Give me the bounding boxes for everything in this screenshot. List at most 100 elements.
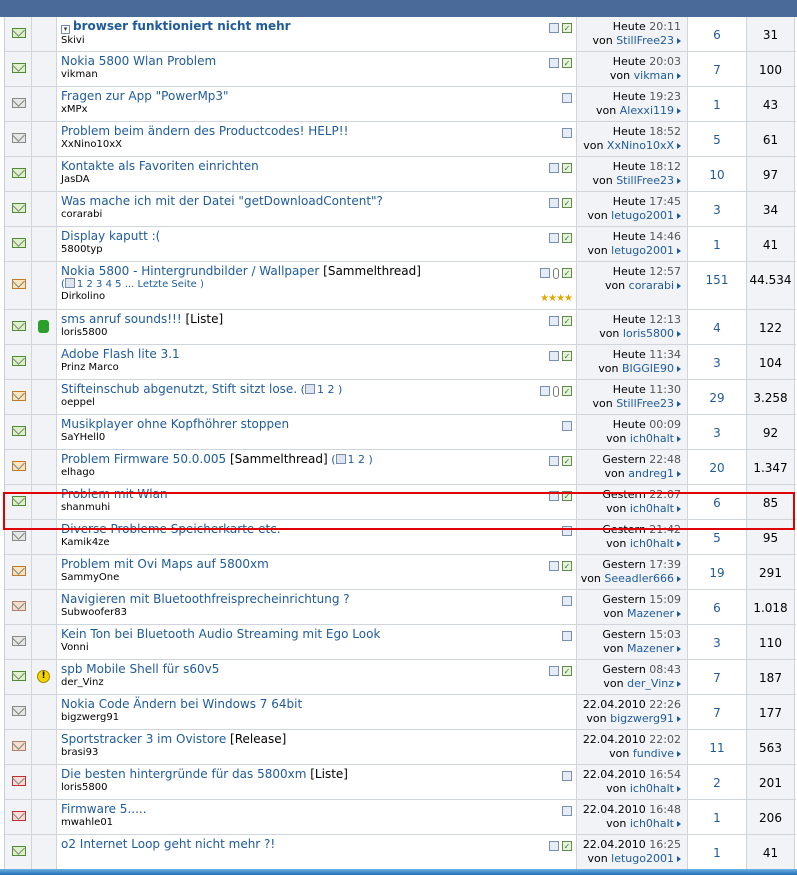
last-poster-link[interactable]: XxNino10xX (607, 139, 674, 152)
thread-author[interactable]: corarabi (61, 209, 576, 220)
last-poster-link[interactable]: ich0halt (630, 782, 674, 795)
thread-title-link[interactable]: Kein Ton bei Bluetooth Audio Streaming m… (61, 627, 380, 641)
thread-title-link[interactable]: Was mache ich mit der Datei "getDownload… (61, 194, 383, 208)
go-to-last-post-icon[interactable] (677, 576, 681, 582)
subscribe-icon[interactable] (549, 163, 559, 173)
thread-author[interactable]: Skivi (61, 35, 576, 46)
reply-count[interactable]: 1 (688, 238, 746, 252)
reply-count[interactable]: 6 (688, 28, 746, 42)
thread-title-link[interactable]: Nokia Code Ändern bei Windows 7 64bit (61, 697, 302, 711)
go-to-last-post-icon[interactable] (677, 506, 681, 512)
thread-title-link[interactable]: Navigieren mit Bluetoothfreisprecheinric… (61, 592, 350, 606)
last-poster-link[interactable]: StillFree23 (616, 174, 674, 187)
page-link[interactable]: ... (125, 279, 135, 290)
thread-title-link[interactable]: Firmware 5..... (61, 802, 147, 816)
go-to-last-post-icon[interactable] (677, 401, 681, 407)
last-poster-link[interactable]: letugo2001 (611, 852, 674, 865)
thread-title-link[interactable]: Problem mit Wlan (61, 487, 168, 501)
page-link[interactable]: 3 (96, 279, 102, 290)
subscribe-icon[interactable] (562, 631, 572, 641)
subscribe-icon[interactable] (549, 23, 559, 33)
reply-count[interactable]: 6 (688, 601, 746, 615)
go-to-last-post-icon[interactable] (677, 248, 681, 254)
thread-title-link[interactable]: Problem beim ändern des Productcodes! HE… (61, 124, 348, 138)
subscribe-icon[interactable] (562, 806, 572, 816)
reply-count[interactable]: 3 (688, 203, 746, 217)
go-to-last-post-icon[interactable] (677, 283, 681, 289)
reply-count[interactable]: 3 (688, 426, 746, 440)
thread-title-link[interactable]: o2 Internet Loop geht nicht mehr ?! (61, 837, 275, 851)
subscribe-icon[interactable] (562, 526, 572, 536)
page-link[interactable]: 4 (106, 279, 112, 290)
thread-author[interactable]: brasi93 (61, 747, 576, 758)
reply-count[interactable]: 20 (688, 461, 746, 475)
thread-title-link[interactable]: Stifteinschub abgenutzt, Stift sitzt los… (61, 382, 297, 396)
go-to-last-post-icon[interactable] (677, 821, 681, 827)
reply-count[interactable]: 2 (688, 776, 746, 790)
reply-count[interactable]: 151 (688, 273, 746, 287)
thread-title-link[interactable]: Kontakte als Favoriten einrichten (61, 159, 259, 173)
go-to-last-post-icon[interactable] (677, 108, 681, 114)
thread-title-link[interactable]: Sportstracker 3 im Ovistore (61, 732, 226, 746)
last-poster-link[interactable]: loris5800 (623, 327, 674, 340)
reply-count[interactable]: 5 (688, 531, 746, 545)
reply-count[interactable]: 7 (688, 706, 746, 720)
thread-author[interactable]: loris5800 (61, 782, 576, 793)
thread-author[interactable]: shanmuhi (61, 502, 576, 513)
thread-author[interactable]: SammyOne (61, 572, 576, 583)
last-poster-link[interactable]: der_Vinz (627, 677, 674, 690)
go-to-last-post-icon[interactable] (677, 331, 681, 337)
reply-count[interactable]: 1 (688, 811, 746, 825)
go-to-last-post-icon[interactable] (677, 366, 681, 372)
thread-title-link[interactable]: Problem Firmware 50.0.005 (61, 452, 226, 466)
thread-title-link[interactable]: browser funktioniert nicht mehr (73, 19, 291, 33)
reply-count[interactable]: 6 (688, 496, 746, 510)
page-link[interactable]: 2 (86, 279, 92, 290)
last-poster-link[interactable]: ich0halt (630, 537, 674, 550)
last-poster-link[interactable]: Alexxi119 (620, 104, 674, 117)
reply-count[interactable]: 11 (688, 741, 746, 755)
thread-title-link[interactable]: Diverse Probleme Speicherkarte etc. (61, 522, 281, 536)
go-to-last-post-icon[interactable] (677, 716, 681, 722)
thread-author[interactable]: loris5800 (61, 327, 576, 338)
thread-author[interactable]: Prinz Marco (61, 362, 576, 373)
last-poster-link[interactable]: Mazener (627, 607, 674, 620)
last-poster-link[interactable]: ich0halt (630, 432, 674, 445)
page-link[interactable]: 1 (348, 453, 355, 466)
subscribe-icon[interactable] (549, 58, 559, 68)
reply-count[interactable]: 1 (688, 846, 746, 860)
thread-title-link[interactable]: Fragen zur App "PowerMp3" (61, 89, 229, 103)
go-to-last-post-icon[interactable] (677, 143, 681, 149)
last-poster-link[interactable]: fundive (633, 747, 674, 760)
last-poster-link[interactable]: StillFree23 (616, 34, 674, 47)
go-to-last-post-icon[interactable] (677, 786, 681, 792)
thread-title-link[interactable]: Die besten hintergründe für das 5800xm (61, 767, 306, 781)
go-to-last-post-icon[interactable] (677, 73, 681, 79)
subscribe-icon[interactable] (562, 596, 572, 606)
thread-author[interactable]: Kamik4ze (61, 537, 576, 548)
thread-dropdown-icon[interactable]: ▾ (61, 25, 70, 34)
go-to-last-post-icon[interactable] (677, 471, 681, 477)
thread-title-link[interactable]: Nokia 5800 - Hintergrundbilder / Wallpap… (61, 264, 319, 278)
thread-author[interactable]: SaYHell0 (61, 432, 576, 443)
go-to-last-post-icon[interactable] (677, 38, 681, 44)
go-to-last-post-icon[interactable] (677, 646, 681, 652)
thread-author[interactable]: elhago (61, 467, 576, 478)
subscribe-icon[interactable] (562, 421, 572, 431)
last-poster-link[interactable]: Seeadler666 (604, 572, 674, 585)
subscribe-icon[interactable] (549, 233, 559, 243)
go-to-last-post-icon[interactable] (677, 213, 681, 219)
last-poster-link[interactable]: vikman (634, 69, 674, 82)
page-link[interactable]: 5 (115, 279, 121, 290)
subscribe-icon[interactable] (562, 771, 572, 781)
last-poster-link[interactable]: ich0halt (630, 817, 674, 830)
page-link[interactable]: 1 (77, 279, 83, 290)
last-poster-link[interactable]: letugo2001 (611, 244, 674, 257)
page-link[interactable]: 2 (358, 453, 365, 466)
reply-count[interactable]: 10 (688, 168, 746, 182)
go-to-last-post-icon[interactable] (677, 541, 681, 547)
thread-author[interactable]: JasDA (61, 174, 576, 185)
thread-title-link[interactable]: Problem mit Ovi Maps auf 5800xm (61, 557, 269, 571)
reply-count[interactable]: 3 (688, 356, 746, 370)
go-to-last-post-icon[interactable] (677, 178, 681, 184)
